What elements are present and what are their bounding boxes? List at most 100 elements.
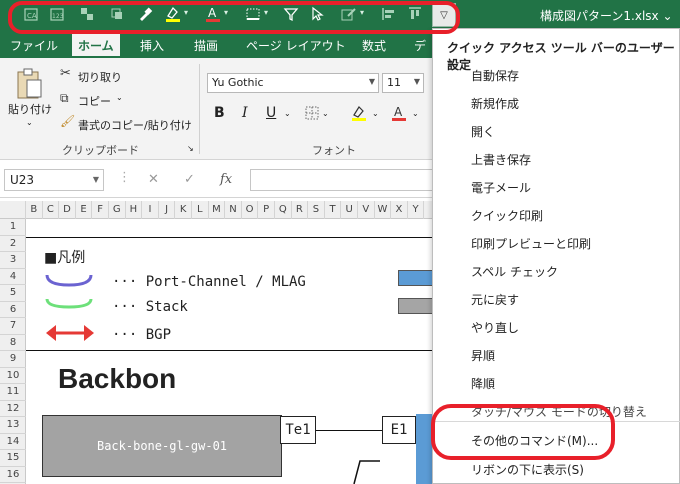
chevron-down-icon[interactable]: ⌄ — [116, 93, 123, 102]
align-left-icon[interactable] — [380, 5, 398, 23]
chevron-down-icon[interactable]: ▾ — [360, 8, 364, 17]
font-name-select[interactable]: Yu Gothic ▼ — [207, 73, 379, 93]
row-header[interactable]: 7 — [0, 318, 26, 335]
column-header[interactable]: S — [308, 201, 325, 219]
highlight-color-icon[interactable] — [164, 5, 182, 23]
column-header[interactable]: N — [225, 201, 242, 219]
italic-button[interactable]: I — [242, 105, 248, 121]
column-header[interactable]: J — [159, 201, 176, 219]
edit-icon[interactable] — [340, 5, 358, 23]
menu-item[interactable]: 電子メール — [471, 179, 531, 196]
column-header[interactable]: I — [142, 201, 159, 219]
row-header[interactable]: 1 — [0, 219, 26, 236]
chevron-down-icon[interactable]: ▾ — [184, 8, 188, 17]
tab-draw[interactable]: 描画 — [194, 37, 218, 54]
device-node[interactable]: Back-bone-gl-gw-01 — [42, 415, 282, 477]
select-pointer-icon[interactable] — [308, 5, 326, 23]
row-header[interactable]: 13 — [0, 417, 26, 434]
cut-button[interactable]: 切り取り — [78, 69, 122, 85]
select-all-corner[interactable] — [0, 201, 26, 219]
column-header[interactable]: M — [209, 201, 226, 219]
menu-item[interactable]: 自動保存 — [471, 67, 519, 84]
column-header[interactable]: Q — [275, 201, 292, 219]
font-size-select[interactable]: 11 ▼ — [382, 73, 424, 93]
clipboard-icon[interactable] — [14, 66, 44, 104]
menu-item-more-commands[interactable]: その他のコマンド(M)... — [471, 432, 598, 449]
highlight-color-icon[interactable] — [350, 104, 368, 126]
menu-item-touch-mode[interactable]: タッチ/マウス モードの切り替え — [471, 403, 647, 420]
chevron-down-icon[interactable]: ⌄ — [372, 109, 379, 118]
row-header[interactable]: 8 — [0, 335, 26, 351]
column-header[interactable]: F — [92, 201, 109, 219]
tab-formulas[interactable]: 数式 — [362, 37, 386, 54]
column-header[interactable]: T — [325, 201, 342, 219]
ungroup-icon[interactable] — [108, 5, 126, 23]
filter-icon[interactable] — [282, 5, 300, 23]
dialog-launcher-icon[interactable]: ↘ — [187, 144, 194, 153]
column-header[interactable]: D — [59, 201, 76, 219]
border-icon[interactable] — [244, 5, 262, 23]
row-header[interactable]: 4 — [0, 269, 26, 285]
menu-item[interactable]: クイック印刷 — [471, 207, 543, 224]
brush-icon[interactable] — [136, 5, 154, 23]
row-header[interactable]: 11 — [0, 384, 26, 401]
row-header[interactable]: 3 — [0, 252, 26, 269]
group-icon[interactable] — [78, 5, 96, 23]
column-header[interactable]: V — [358, 201, 375, 219]
menu-item[interactable]: 上書き保存 — [471, 151, 531, 168]
menu-item[interactable]: 昇順 — [471, 347, 495, 364]
chevron-down-icon[interactable]: ⌄ — [26, 118, 33, 127]
row-header[interactable]: 15 — [0, 450, 26, 467]
column-header[interactable]: K — [175, 201, 192, 219]
copy-button[interactable]: コピー — [78, 93, 111, 109]
row-header[interactable]: 16 — [0, 467, 26, 483]
menu-item[interactable]: 元に戻す — [471, 291, 519, 308]
chevron-down-icon[interactable]: ▾ — [224, 8, 228, 17]
format-painter-button[interactable]: 書式のコピー/貼り付け — [78, 117, 192, 133]
cancel-icon[interactable]: ✕ — [148, 172, 159, 187]
menu-item[interactable]: スペル チェック — [471, 263, 558, 280]
tab-insert[interactable]: 挿入 — [140, 37, 164, 54]
customize-qat-button[interactable]: ▽ — [432, 3, 456, 27]
column-header[interactable]: Y — [408, 201, 425, 219]
menu-item[interactable]: 開く — [471, 123, 495, 140]
font-color-icon[interactable]: A — [204, 5, 222, 23]
row-header[interactable]: 14 — [0, 434, 26, 450]
row-header[interactable]: 2 — [0, 236, 26, 252]
column-header[interactable]: G — [109, 201, 126, 219]
row-header[interactable]: 9 — [0, 351, 26, 368]
column-header[interactable]: B — [26, 201, 43, 219]
tab-file[interactable]: ファイル — [10, 37, 58, 54]
tab-page-layout[interactable]: ページ レイアウト — [246, 37, 346, 54]
row-header[interactable]: 12 — [0, 401, 26, 417]
column-header[interactable]: P — [258, 201, 275, 219]
menu-item[interactable]: 降順 — [471, 375, 495, 392]
paste-button[interactable]: 貼り付け — [8, 101, 52, 117]
row-header[interactable]: 10 — [0, 368, 26, 384]
menu-item[interactable]: 印刷プレビューと印刷 — [471, 235, 591, 252]
column-header[interactable]: O — [242, 201, 259, 219]
column-header[interactable]: E — [76, 201, 93, 219]
chevron-down-icon[interactable]: ▾ — [264, 8, 268, 17]
column-header[interactable]: X — [391, 201, 408, 219]
bold-button[interactable]: B — [214, 105, 225, 121]
column-header[interactable]: C — [43, 201, 60, 219]
column-header[interactable]: W — [375, 201, 392, 219]
chevron-down-icon[interactable]: ⌄ — [412, 109, 419, 118]
column-header[interactable]: R — [292, 201, 309, 219]
insert-function-button[interactable]: fx — [220, 172, 232, 187]
border-icon[interactable] — [304, 105, 320, 125]
row-header[interactable]: 5 — [0, 285, 26, 302]
align-top-icon[interactable] — [406, 5, 424, 23]
tab-data[interactable]: デ — [414, 37, 426, 54]
menu-item[interactable]: やり直し — [471, 319, 519, 336]
underline-button[interactable]: U — [266, 105, 276, 121]
number-format-icon[interactable]: 123 — [48, 5, 66, 23]
name-box[interactable]: U23 ▼ — [4, 169, 104, 191]
tab-home[interactable]: ホーム — [72, 34, 120, 58]
menu-item-show-below-ribbon[interactable]: リボンの下に表示(S) — [471, 461, 584, 478]
menu-item[interactable]: 新規作成 — [471, 95, 519, 112]
column-header[interactable]: U — [341, 201, 358, 219]
column-header[interactable]: L — [192, 201, 209, 219]
chevron-down-icon[interactable]: ⌄ — [322, 109, 329, 118]
